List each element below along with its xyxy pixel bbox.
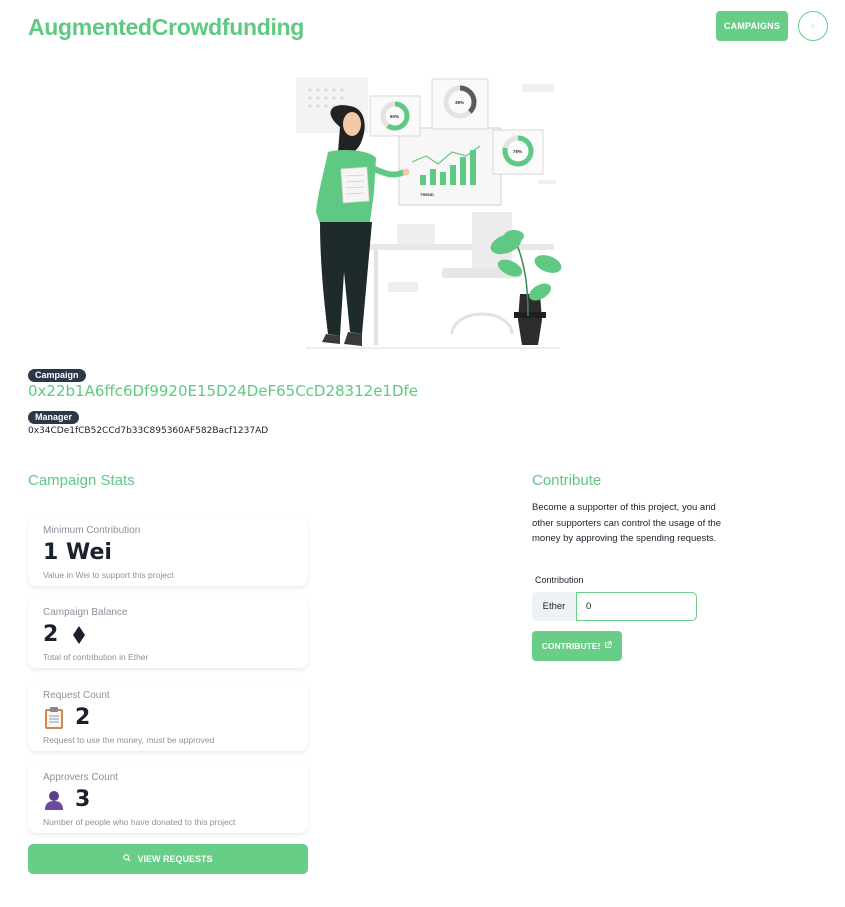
contribute-title: Contribute bbox=[532, 472, 602, 489]
campaign-address[interactable]: 0x22b1A6ffc6Df9920E15D24DeF65CcD28312e1D… bbox=[28, 382, 418, 400]
stat-label: Minimum Contribution bbox=[43, 525, 141, 536]
donut-label-78: 78% bbox=[513, 149, 522, 154]
person-icon bbox=[43, 789, 65, 811]
stat-value-text: 2 bbox=[43, 622, 59, 647]
profile-icon-button[interactable]: ○ bbox=[798, 11, 828, 41]
view-requests-button[interactable]: VIEW REQUESTS bbox=[28, 844, 308, 874]
campaign-stats-title: Campaign Stats bbox=[28, 472, 135, 489]
stat-help-text: Total of contribution in Ether bbox=[43, 652, 149, 662]
contribution-input[interactable] bbox=[576, 592, 697, 621]
stat-help-text: Request to use the money, must be approv… bbox=[43, 735, 215, 745]
donut-label-38: 38% bbox=[455, 100, 464, 105]
contribute-description: Become a supporter of this project, you … bbox=[532, 502, 722, 544]
stat-label: Approvers Count bbox=[43, 772, 119, 783]
stat-value-text: 3 bbox=[75, 787, 91, 812]
search-icon bbox=[123, 854, 132, 864]
manager-tag: Manager bbox=[28, 411, 80, 424]
manager-address: 0x34CDe1fCB52CCd7b33C895360AF582Bacf1237… bbox=[28, 426, 269, 436]
campaigns-button[interactable]: CAMPAIGNS bbox=[716, 11, 788, 41]
view-requests-label: VIEW REQUESTS bbox=[137, 854, 213, 864]
campaign-tag: Campaign bbox=[28, 369, 86, 382]
stat-card-minimum-contribution: Minimum Contribution 1 Wei Value in Wei … bbox=[28, 516, 308, 586]
stat-card-request-count: Request Count 2 Request to use the money… bbox=[28, 681, 308, 751]
brand-logo[interactable]: AugmentedCrowdfunding bbox=[28, 14, 304, 41]
stat-value: 2 bbox=[43, 622, 90, 647]
stat-card-campaign-balance: Campaign Balance 2 Total of contribution… bbox=[28, 598, 308, 668]
donut-label-60: 60% bbox=[390, 114, 399, 119]
stat-label: Request Count bbox=[43, 690, 110, 701]
stat-value-text: 2 bbox=[75, 705, 91, 730]
external-link-icon bbox=[604, 641, 612, 651]
stat-help-text: Number of people who have donated to thi… bbox=[43, 817, 236, 827]
stat-value: 3 bbox=[43, 787, 90, 812]
circle-icon: ○ bbox=[810, 22, 816, 30]
hero-illustration: TREND 60% 38% 78% bbox=[296, 77, 562, 349]
contribute-button-label: CONTRIBUTE! bbox=[541, 641, 601, 651]
stat-value-text: 1 Wei bbox=[43, 540, 112, 565]
contribute-button[interactable]: CONTRIBUTE! bbox=[532, 631, 622, 661]
stat-label: Campaign Balance bbox=[43, 607, 128, 618]
ether-addon: Ether bbox=[532, 592, 576, 621]
stat-help-text: Value in Wei to support this project bbox=[43, 570, 174, 580]
stat-value: 1 Wei bbox=[43, 540, 112, 565]
stat-value: 2 bbox=[43, 705, 90, 730]
stat-card-approvers-count: Approvers Count 3 Number of people who h… bbox=[28, 763, 308, 833]
trend-label: TREND bbox=[420, 192, 434, 197]
contribution-field-label: Contribution bbox=[535, 575, 584, 585]
clipboard-icon bbox=[43, 706, 65, 729]
ether-diamond-icon bbox=[68, 624, 90, 646]
